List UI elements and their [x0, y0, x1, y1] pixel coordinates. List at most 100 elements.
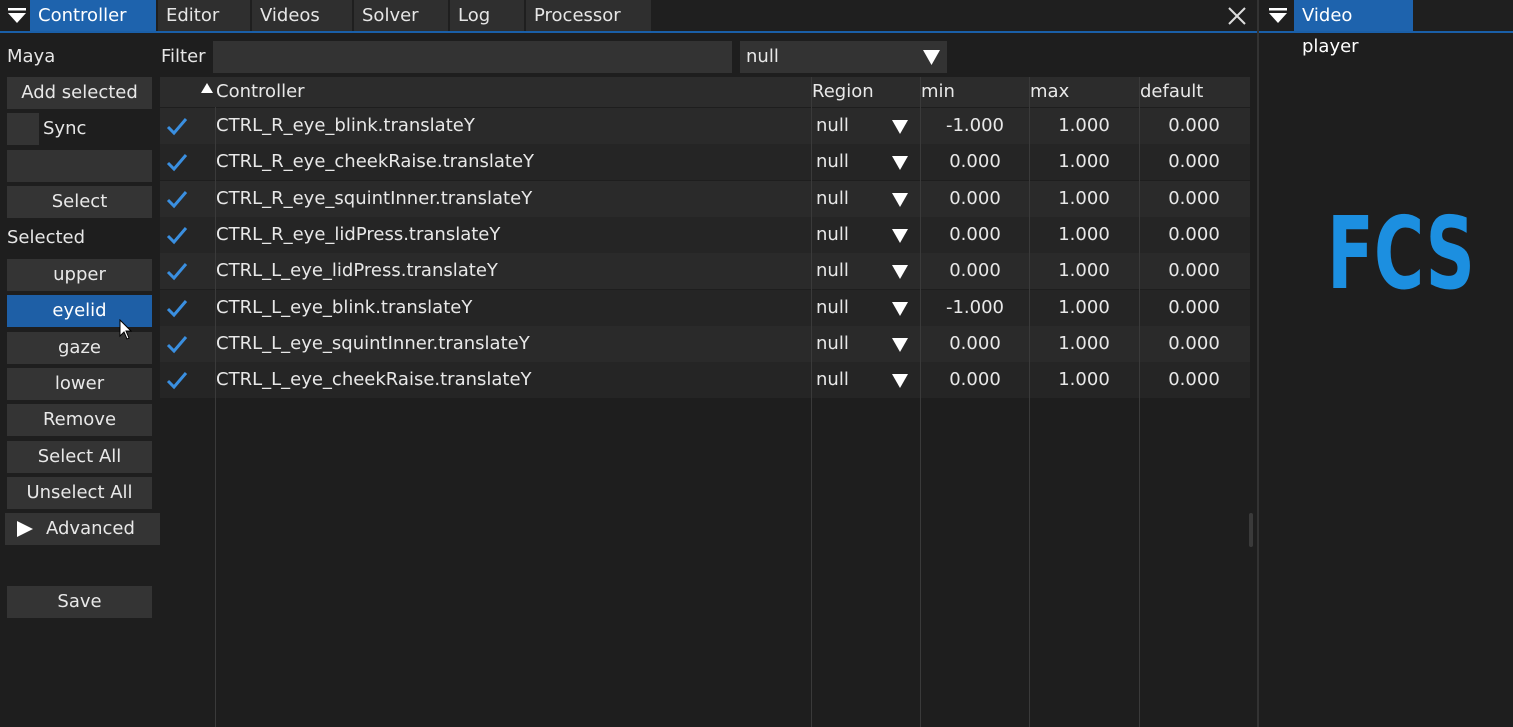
max-value-cell[interactable]: 1.000	[1030, 362, 1138, 398]
add-selected-button[interactable]: Add selected	[7, 77, 152, 109]
checkmark-icon[interactable]	[166, 334, 188, 354]
unselect-all-button[interactable]: Unselect All	[7, 477, 152, 509]
main-tab-bar: Controller Editor Videos Solver Log Proc…	[0, 0, 1257, 33]
max-value-cell[interactable]: 1.000	[1030, 217, 1138, 253]
video-tab-bar: Video player	[1259, 0, 1513, 57]
checkmark-icon[interactable]	[166, 152, 188, 172]
checkmark-icon[interactable]	[166, 189, 188, 209]
min-value-cell[interactable]: 0.000	[921, 217, 1029, 253]
tab-solver[interactable]: Solver	[354, 0, 448, 31]
selected-label: Selected	[7, 227, 86, 248]
checkmark-icon[interactable]	[166, 370, 188, 390]
column-divider	[1029, 77, 1030, 727]
filter-input[interactable]	[213, 41, 732, 73]
controller-name-cell: CTRL_L_eye_squintInner.translateY	[216, 332, 530, 354]
default-value-cell[interactable]: 0.000	[1140, 181, 1248, 217]
tab-editor[interactable]: Editor	[158, 0, 250, 31]
region-select[interactable]: null	[816, 362, 920, 398]
remove-button[interactable]: Remove	[7, 404, 152, 436]
tab-videos[interactable]: Videos	[252, 0, 352, 31]
region-select-value: null	[816, 369, 849, 391]
table-row[interactable]: CTRL_L_eye_squintInner.translateY null 0.0…	[160, 325, 1250, 362]
tab-controller[interactable]: Controller	[30, 0, 156, 31]
column-header-max[interactable]: max	[1030, 77, 1069, 107]
max-value-cell[interactable]: 1.000	[1030, 181, 1138, 217]
sync-label: Sync	[43, 118, 87, 139]
column-header-region[interactable]: Region	[812, 77, 874, 107]
expand-arrow-icon	[17, 521, 33, 537]
region-lower-button[interactable]: lower	[7, 368, 152, 400]
min-value-cell[interactable]: 0.000	[921, 181, 1029, 217]
checkmark-icon[interactable]	[166, 298, 188, 318]
close-icon[interactable]	[1227, 6, 1247, 26]
controller-name-cell: CTRL_R_eye_squintInner.translateY	[216, 187, 533, 209]
sort-ascending-icon[interactable]	[201, 83, 213, 93]
default-value-cell[interactable]: 0.000	[1140, 108, 1248, 144]
table-row[interactable]: CTRL_R_eye_squintInner.translateY null 0.0…	[160, 180, 1250, 217]
min-value-cell[interactable]: 0.000	[921, 362, 1029, 398]
filter-label: Filter	[161, 46, 206, 67]
region-upper-button[interactable]: upper	[7, 259, 152, 291]
region-select[interactable]: null	[816, 326, 920, 362]
default-value-cell[interactable]: 0.000	[1140, 290, 1248, 326]
region-select[interactable]: null	[816, 253, 920, 289]
checkmark-icon[interactable]	[166, 261, 188, 281]
column-header-controller[interactable]: Controller	[216, 77, 305, 107]
table-row[interactable]: CTRL_R_eye_lidPress.translateY null 0.000 1…	[160, 216, 1250, 253]
region-select[interactable]: null	[816, 290, 920, 326]
max-value-cell[interactable]: 1.000	[1030, 108, 1138, 144]
table-row[interactable]: CTRL_R_eye_blink.translateY null -1.000 1.0…	[160, 108, 1250, 144]
default-value-cell[interactable]: 0.000	[1140, 362, 1248, 398]
tab-video-player[interactable]: Video player	[1294, 0, 1413, 57]
save-button[interactable]: Save	[7, 586, 152, 618]
panel-menu-icon[interactable]	[8, 8, 26, 24]
column-header-default[interactable]: default	[1140, 77, 1203, 107]
table-row[interactable]: CTRL_L_eye_lidPress.translateY null 0.000 1…	[160, 253, 1250, 290]
video-panel-menu-icon[interactable]	[1269, 8, 1287, 24]
tab-log[interactable]: Log	[450, 0, 524, 31]
region-select[interactable]: null	[816, 144, 920, 180]
max-value-cell[interactable]: 1.000	[1030, 290, 1138, 326]
table-row[interactable]: CTRL_L_eye_blink.translateY null -1.000 1.0…	[160, 289, 1250, 326]
chevron-down-icon	[892, 374, 908, 389]
checkmark-icon[interactable]	[166, 225, 188, 245]
region-filter-select[interactable]: null	[740, 41, 947, 73]
region-filter-value: null	[746, 46, 779, 67]
sync-checkbox[interactable]	[7, 113, 39, 145]
default-value-cell[interactable]: 0.000	[1140, 144, 1248, 180]
max-value-cell[interactable]: 1.000	[1030, 326, 1138, 362]
region-select-value: null	[816, 115, 849, 136]
chevron-down-icon	[892, 265, 908, 280]
advanced-toggle[interactable]: Advanced	[5, 513, 160, 545]
max-value-cell[interactable]: 1.000	[1030, 253, 1138, 289]
select-button[interactable]: Select	[7, 186, 152, 218]
checkmark-icon[interactable]	[166, 116, 188, 136]
column-header-min[interactable]: min	[921, 77, 955, 107]
min-value-cell[interactable]: 0.000	[921, 326, 1029, 362]
table-scrollbar[interactable]	[1249, 513, 1253, 547]
panel-divider[interactable]	[1257, 0, 1259, 727]
default-value-cell[interactable]: 0.000	[1140, 326, 1248, 362]
controller-name-cell: CTRL_R_eye_blink.translateY	[216, 115, 475, 136]
region-select[interactable]: null	[816, 181, 920, 217]
column-divider	[1139, 77, 1140, 727]
min-value-cell[interactable]: 0.000	[921, 253, 1029, 289]
min-value-cell[interactable]: -1.000	[921, 290, 1029, 326]
region-select-value: null	[816, 260, 849, 282]
maya-name-field[interactable]	[7, 150, 152, 182]
min-value-cell[interactable]: -1.000	[921, 108, 1029, 144]
max-value-cell[interactable]: 1.000	[1030, 144, 1138, 180]
chevron-down-icon	[892, 337, 908, 352]
default-value-cell[interactable]: 0.000	[1140, 217, 1248, 253]
column-divider	[215, 107, 216, 727]
region-select[interactable]: null	[816, 217, 920, 253]
select-all-button[interactable]: Select All	[7, 441, 152, 473]
controller-name-cell: CTRL_L_eye_lidPress.translateY	[216, 260, 498, 282]
region-select[interactable]: null	[816, 108, 920, 144]
tab-processor[interactable]: Processor	[526, 0, 651, 31]
table-row[interactable]: CTRL_R_eye_cheekRaise.translateY null 0.00…	[160, 144, 1250, 181]
table-row[interactable]: CTRL_L_eye_cheekRaise.translateY null 0.00…	[160, 362, 1250, 399]
default-value-cell[interactable]: 0.000	[1140, 253, 1248, 289]
min-value-cell[interactable]: 0.000	[921, 144, 1029, 180]
chevron-down-icon	[892, 228, 908, 243]
